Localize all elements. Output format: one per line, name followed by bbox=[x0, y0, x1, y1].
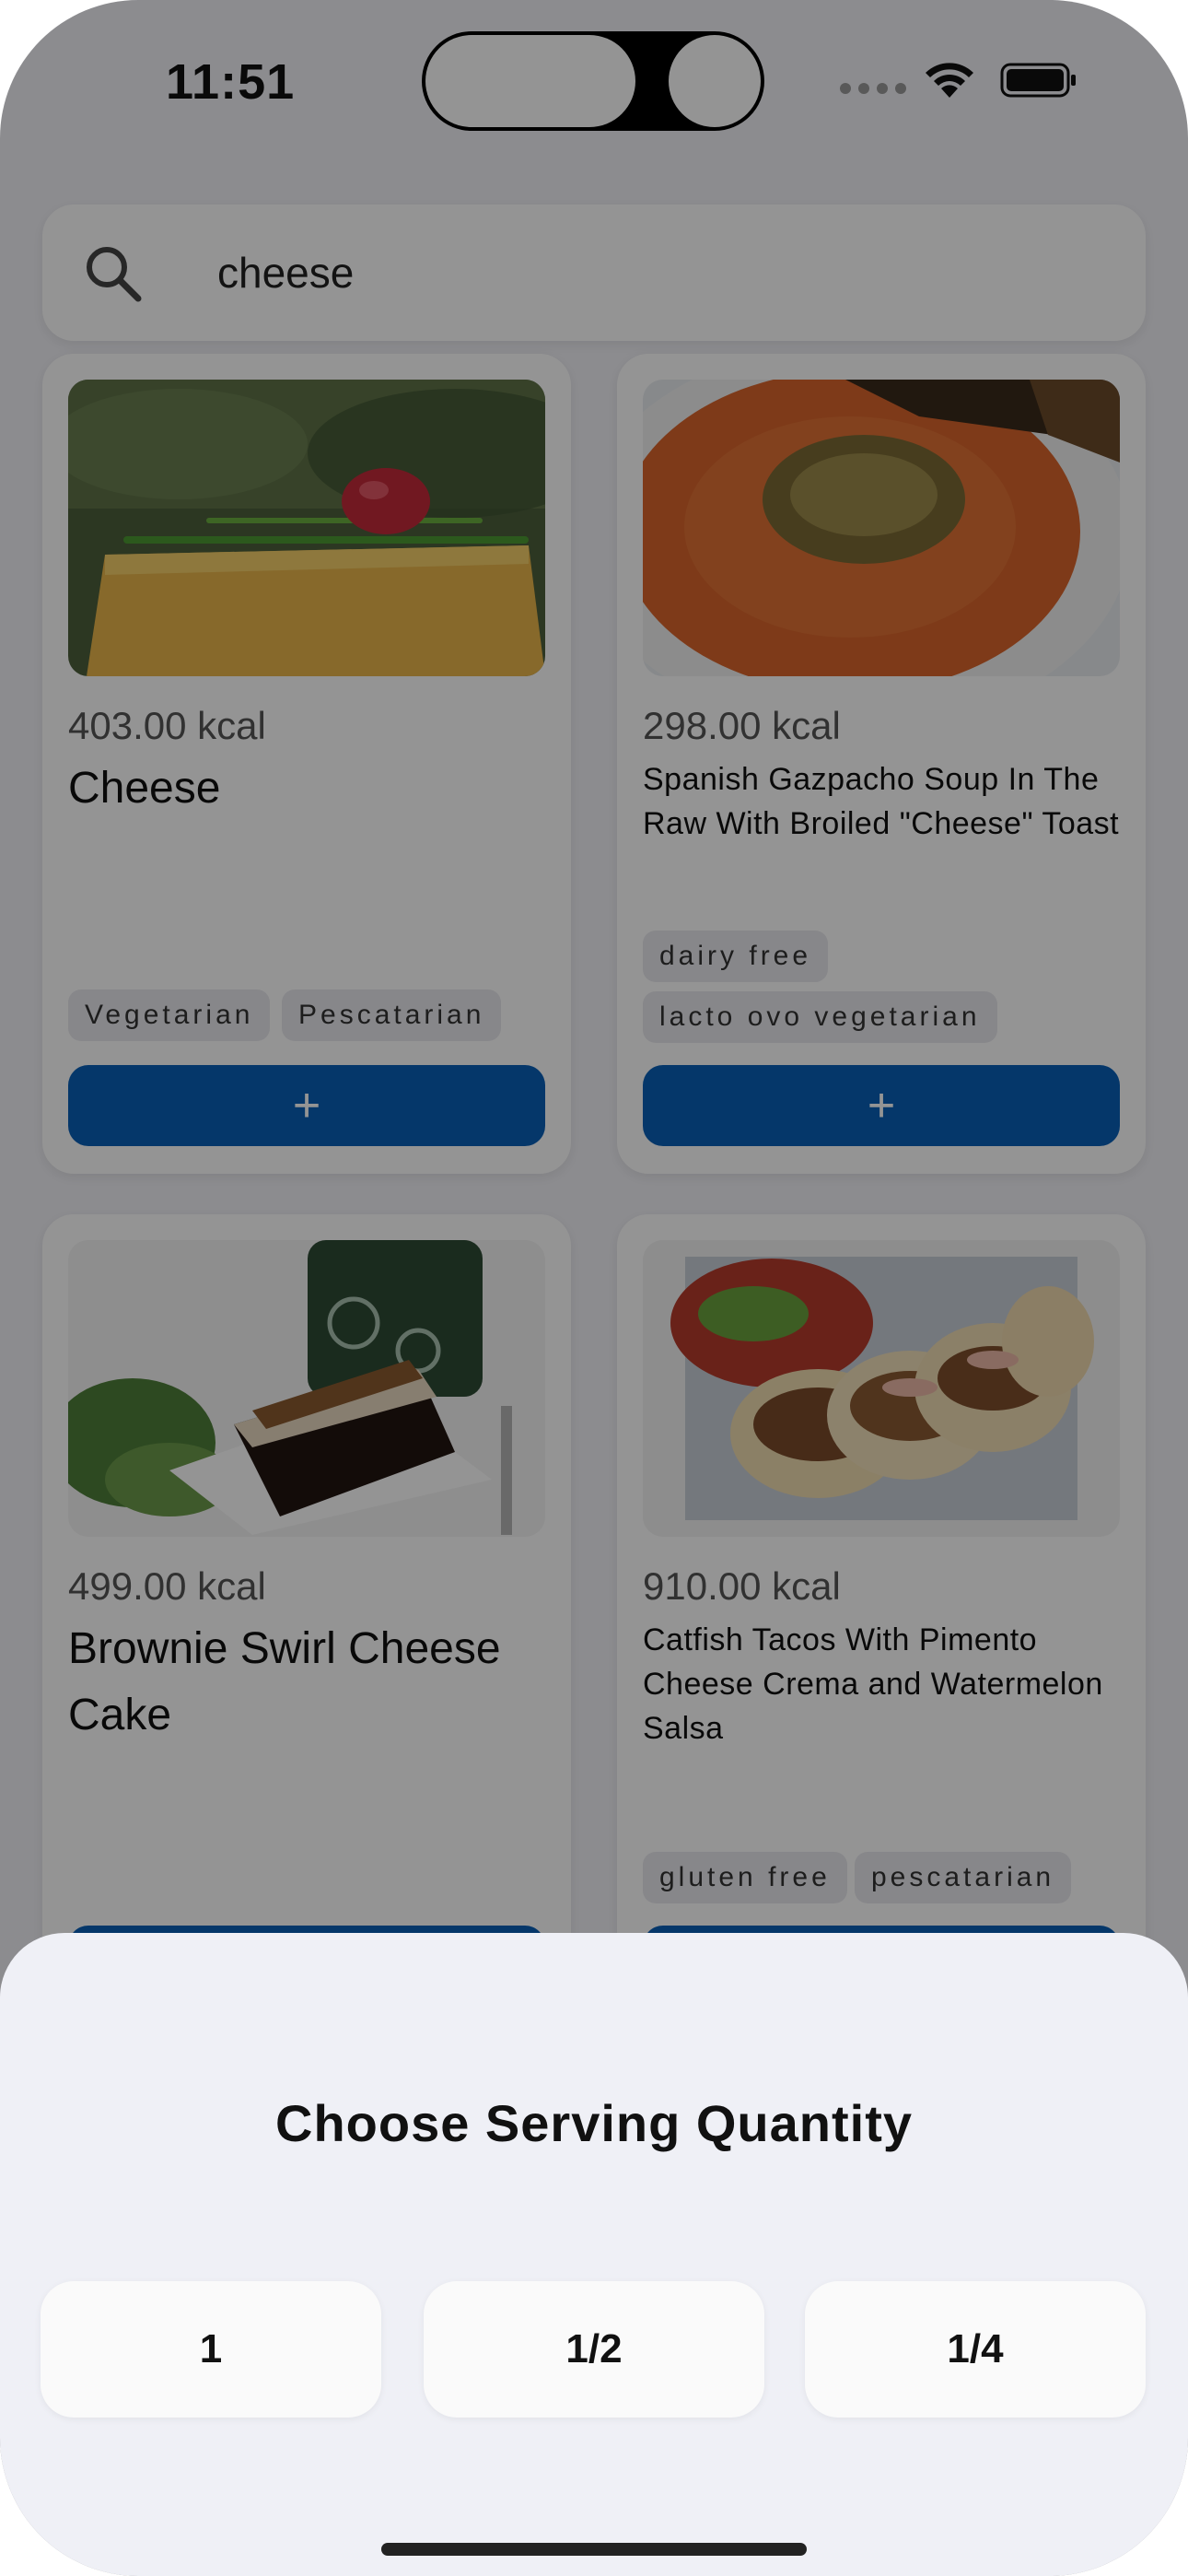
home-indicator[interactable] bbox=[381, 2543, 807, 2556]
serving-quantity-sheet: Choose Serving Quantity 1 1/2 1/4 bbox=[0, 1933, 1188, 2576]
quantity-option-half[interactable]: 1/2 bbox=[424, 2281, 764, 2418]
app-screen: 11:51 cheese 403.00 kcal Cheese Vegetari… bbox=[0, 0, 1188, 2576]
sheet-title: Choose Serving Quantity bbox=[275, 2094, 913, 2152]
quantity-option-1[interactable]: 1 bbox=[41, 2281, 381, 2418]
quantity-option-quarter[interactable]: 1/4 bbox=[805, 2281, 1146, 2418]
